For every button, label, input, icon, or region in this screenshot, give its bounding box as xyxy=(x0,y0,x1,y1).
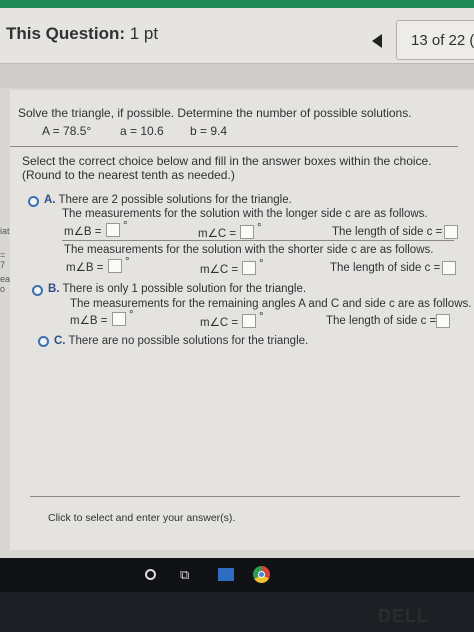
a1-side-c-input[interactable] xyxy=(444,225,458,239)
a1-angle-c-degree: ° xyxy=(257,222,262,234)
question-counter[interactable]: 13 of 22 (4 xyxy=(396,20,474,60)
given-angle-a: A = 78.5° xyxy=(42,124,92,138)
chrome-icon[interactable] xyxy=(253,566,270,583)
previous-question-icon[interactable] xyxy=(372,34,382,48)
given-side-b: b = 9.4 xyxy=(190,124,228,138)
a1-angle-c-input[interactable] xyxy=(240,225,254,239)
a2-angle-b-label: m∠B = xyxy=(66,262,104,274)
a2-angle-c-degree: ° xyxy=(259,258,264,270)
a2-angle-b-degree: ° xyxy=(125,256,130,268)
choice-a-text: There are 2 possible solutions for the t… xyxy=(58,194,292,206)
b-angle-c-input[interactable] xyxy=(242,314,256,328)
choice-instruction: Select the correct choice below and fill… xyxy=(22,154,432,168)
a2-side-c-input[interactable] xyxy=(442,261,456,275)
problem-instruction: Solve the triangle, if possible. Determi… xyxy=(18,106,412,120)
task-view-icon[interactable]: ⧉ xyxy=(180,567,189,583)
cortana-search-icon[interactable] xyxy=(145,569,156,580)
choice-b-letter: B. xyxy=(48,283,60,295)
choice-b-radio[interactable] xyxy=(32,285,43,296)
a1-angle-c-label: m∠C = xyxy=(198,228,237,240)
question-panel: Solve the triangle, if possible. Determi… xyxy=(10,90,474,550)
choice-a-radio[interactable] xyxy=(28,196,39,207)
a2-angle-c-input[interactable] xyxy=(242,261,256,275)
choice-c-radio[interactable] xyxy=(38,336,49,347)
a2-angle-c-label: m∠C = xyxy=(200,264,239,276)
screen: This Question: 1 pt 13 of 22 (4 iat = 7 … xyxy=(0,0,474,558)
question-points: This Question: 1 pt xyxy=(6,24,158,44)
b-angle-c-label: m∠C = xyxy=(200,317,239,329)
a2-angle-b-input[interactable] xyxy=(108,259,122,273)
footer-divider xyxy=(30,496,460,497)
b-angle-b-degree: ° xyxy=(129,309,134,321)
points-value: 1 pt xyxy=(129,24,159,43)
choice-b-text: There is only 1 possible solution for th… xyxy=(62,283,307,295)
b-side-c-label: The length of side c = xyxy=(326,315,437,327)
b-angle-b-label: m∠B = xyxy=(70,315,108,327)
taskbar-app-icon[interactable] xyxy=(218,568,234,581)
a1-angle-b-label: m∠B = xyxy=(64,226,102,238)
a1-side-c-label: The length of side c = xyxy=(332,226,443,238)
windows-taskbar: ⧉ xyxy=(0,558,474,592)
choice-a[interactable]: A. There are 2 possible solutions for th… xyxy=(44,194,292,206)
dell-logo: DELL xyxy=(378,606,429,626)
top-accent-bar xyxy=(0,0,474,8)
question-label: This Question: xyxy=(6,24,125,43)
header-gap xyxy=(0,64,474,88)
choice-a-longer-text: The measurements for the solution with t… xyxy=(62,208,428,220)
choice-a-shorter-text: The measurements for the solution with t… xyxy=(64,244,434,256)
b-angle-c-degree: ° xyxy=(259,311,264,323)
question-header: This Question: 1 pt 13 of 22 (4 xyxy=(0,8,474,64)
choice-c-text: There are no possible solutions for the … xyxy=(68,335,309,347)
choice-c-letter: C. xyxy=(54,335,66,347)
a1-angle-b-degree: ° xyxy=(123,220,128,232)
footer-hint: Click to select and enter your answer(s)… xyxy=(48,512,236,524)
b-side-c-input[interactable] xyxy=(436,314,450,328)
choice-a-divider xyxy=(62,240,454,241)
choice-a-letter: A. xyxy=(44,194,56,206)
rounding-note: (Round to the nearest tenth as needed.) xyxy=(22,168,235,182)
choice-b[interactable]: B. There is only 1 possible solution for… xyxy=(48,283,306,295)
divider xyxy=(10,146,458,147)
a1-angle-b-input[interactable] xyxy=(106,223,120,237)
given-side-a: a = 10.6 xyxy=(120,124,164,138)
a2-side-c-label: The length of side c = xyxy=(330,262,441,274)
b-angle-b-input[interactable] xyxy=(112,312,126,326)
choice-c[interactable]: C. There are no possible solutions for t… xyxy=(54,335,308,347)
